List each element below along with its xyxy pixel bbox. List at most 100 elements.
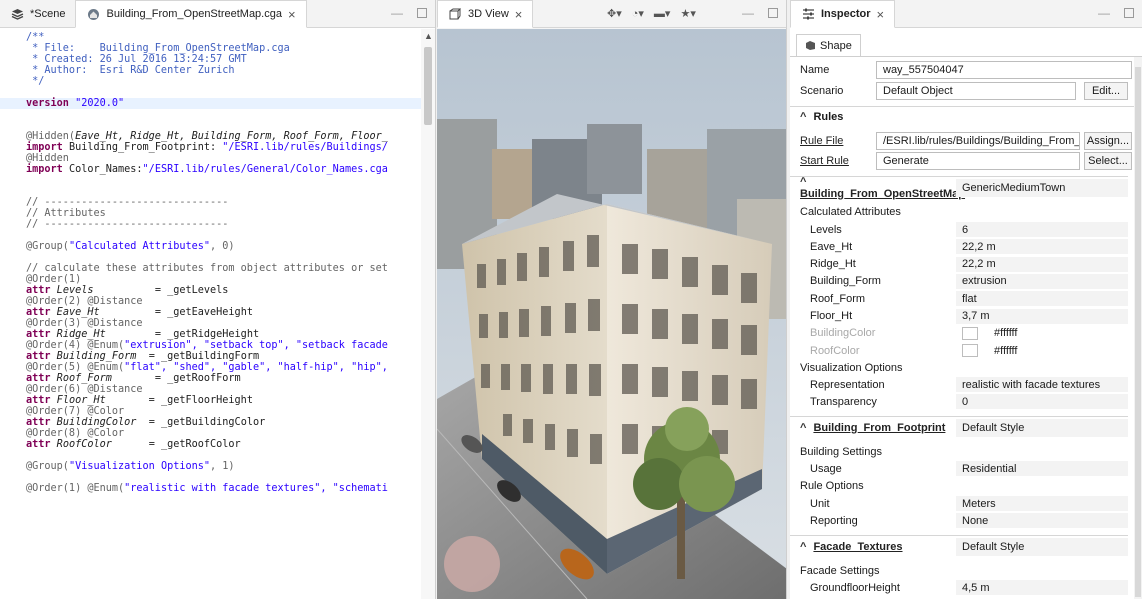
code-line[interactable]: @Order(2) @Distance [26,296,421,307]
code-line[interactable] [26,175,421,186]
scroll-thumb[interactable] [1135,67,1141,597]
attribute-row[interactable]: Transparency 0 [790,393,1128,410]
code-line[interactable]: @Group("Calculated Attributes", 0) [26,241,421,252]
attribute-value[interactable]: 22,2 m [956,239,1128,255]
code-line[interactable]: @Order(1) [26,274,421,285]
code-line[interactable]: @Hidden(Eave_Ht, Ridge_Ht, Building_Form… [26,131,421,142]
code-line[interactable]: attr Roof_Form = _getRoofForm [26,373,421,384]
code-line[interactable]: attr Building_Form = _getBuildingForm [26,351,421,362]
attribute-row[interactable]: BuildingColor #ffffff [790,325,1128,342]
attribute-value[interactable]: 0 [956,394,1128,410]
code-line[interactable] [26,252,421,263]
attribute-value[interactable]: realistic with facade textures [956,377,1128,392]
minimize-icon[interactable]: — [391,6,403,20]
edit-button[interactable]: Edit... [1084,82,1128,100]
3d-viewport[interactable] [437,29,786,599]
attribute-value[interactable]: extrusion [956,273,1128,289]
attribute-value[interactable]: 22,2 m [956,256,1128,272]
reporting-value[interactable]: None [956,513,1128,528]
display-icon[interactable]: ▬▾ [654,7,671,20]
osm-section-header[interactable]: ^Building_From_OpenStreetMap GenericMedi… [790,176,1128,200]
footprint-section-header[interactable]: ^ Building_From_Footprint Default Style [790,416,1128,438]
scroll-thumb[interactable] [424,47,432,125]
code-line[interactable]: attr Levels = _getLevels [26,285,421,296]
close-icon[interactable]: × [877,7,885,22]
code-line[interactable]: @Order(8) @Color [26,428,421,439]
code-line[interactable] [26,472,421,483]
code-line[interactable] [26,120,421,131]
code-line[interactable]: attr BuildingColor = _getBuildingColor [26,417,421,428]
code-line[interactable]: import Building_From_Footprint: "/ESRI.l… [26,142,421,153]
attribute-row[interactable]: Levels 6 [790,221,1128,238]
code-line[interactable]: // calculate these attributes from objec… [26,263,421,274]
attribute-value[interactable]: #ffffff [956,326,1128,341]
attribute-value[interactable]: #ffffff [956,343,1128,358]
tab-inspector[interactable]: Inspector × [790,0,896,28]
attribute-value[interactable]: 3,7 m [956,308,1128,324]
maximize-icon[interactable] [768,8,778,18]
code-line[interactable]: // ------------------------------ [26,219,421,230]
code-line[interactable]: // Attributes [26,208,421,219]
code-line[interactable] [26,450,421,461]
attribute-row[interactable]: Building_Form extrusion [790,273,1128,290]
start-rule-field[interactable]: Generate [876,152,1080,170]
code-line[interactable]: @Order(1) @Enum("realistic with facade t… [26,483,421,494]
code-line[interactable]: @Order(6) @Distance [26,384,421,395]
code-line[interactable]: // ------------------------------ [26,197,421,208]
code-line[interactable] [26,87,421,98]
reporting-row[interactable]: Reporting None [790,512,1128,529]
footprint-section-title[interactable]: Building_From_Footprint [813,422,945,434]
code-line[interactable]: attr Floor_Ht = _getFloorHeight [26,395,421,406]
code-line[interactable]: @Order(5) @Enum("flat", "shed", "gable",… [26,362,421,373]
scenario-field[interactable]: Default Object [876,82,1076,100]
attribute-row[interactable]: Representation realistic with facade text… [790,376,1128,393]
tab-cga-file[interactable]: Building_From_OpenStreetMap.cga × [75,0,307,28]
code-line[interactable] [26,230,421,241]
attribute-row[interactable]: Floor_Ht 3,7 m [790,308,1128,325]
bookmark-star-icon[interactable]: ★▾ [680,7,695,20]
code-line[interactable] [26,186,421,197]
editor-scrollbar[interactable]: ▲ [421,29,435,599]
osm-style-value[interactable]: GenericMediumTown [956,178,1128,197]
start-rule-link[interactable]: Start Rule [800,155,876,167]
footprint-style-value[interactable]: Default Style [956,418,1128,437]
tab-shape[interactable]: Shape [796,34,861,56]
scroll-up-icon[interactable]: ▲ [424,31,433,41]
assign-button[interactable]: Assign... [1084,132,1132,150]
code-line[interactable]: attr Eave_Ht = _getEaveHeight [26,307,421,318]
inspector-scrollbar[interactable] [1134,57,1142,599]
code-line[interactable]: attr Ridge_Ht = _getRidgeHeight [26,329,421,340]
rules-section-header[interactable]: ^ Rules [790,106,1142,126]
tab-scene[interactable]: *Scene [0,0,75,27]
code-line[interactable]: */ [26,76,421,87]
code-line[interactable]: version "2020.0" [0,98,421,109]
facade-section-header[interactable]: ^ Facade_Textures Default Style [790,535,1128,557]
color-swatch[interactable] [962,344,978,358]
code-line[interactable] [26,109,421,120]
select-button[interactable]: Select... [1084,152,1132,170]
attribute-row[interactable]: RoofColor #ffffff [790,342,1128,359]
minimize-icon[interactable]: — [742,6,754,20]
facade-style-value[interactable]: Default Style [956,537,1128,556]
unit-row[interactable]: Unit Meters [790,495,1128,512]
code-line[interactable]: /** [26,32,421,43]
code-line[interactable]: @Hidden [26,153,421,164]
code-line[interactable]: attr RoofColor = _getRoofColor [26,439,421,450]
code-line[interactable]: * File: Building_From_OpenStreetMap.cga [26,43,421,54]
attribute-value[interactable]: 6 [956,222,1128,237]
usage-value[interactable]: Residential [956,461,1128,476]
rule-file-field[interactable]: /ESRI.lib/rules/Buildings/Building_From_… [876,132,1080,150]
close-icon[interactable]: × [288,7,296,22]
attribute-value[interactable]: flat [956,291,1128,307]
color-swatch[interactable] [962,326,978,340]
tab-3d-view[interactable]: 3D View × [437,0,534,28]
code-line[interactable]: @Order(3) @Distance [26,318,421,329]
attribute-row[interactable]: Roof_Form flat [790,290,1128,307]
groundfloor-row[interactable]: GroundfloorHeight 4,5 m [790,579,1128,596]
osm-section-title[interactable]: Building_From_OpenStreetMap [800,188,965,200]
code-line[interactable]: @Order(4) @Enum("extrusion", "setback to… [26,340,421,351]
groundfloor-value[interactable]: 4,5 m [956,580,1128,595]
rule-file-link[interactable]: Rule File [800,135,876,147]
code-line[interactable]: @Order(7) @Color [26,406,421,417]
maximize-icon[interactable] [417,8,427,18]
